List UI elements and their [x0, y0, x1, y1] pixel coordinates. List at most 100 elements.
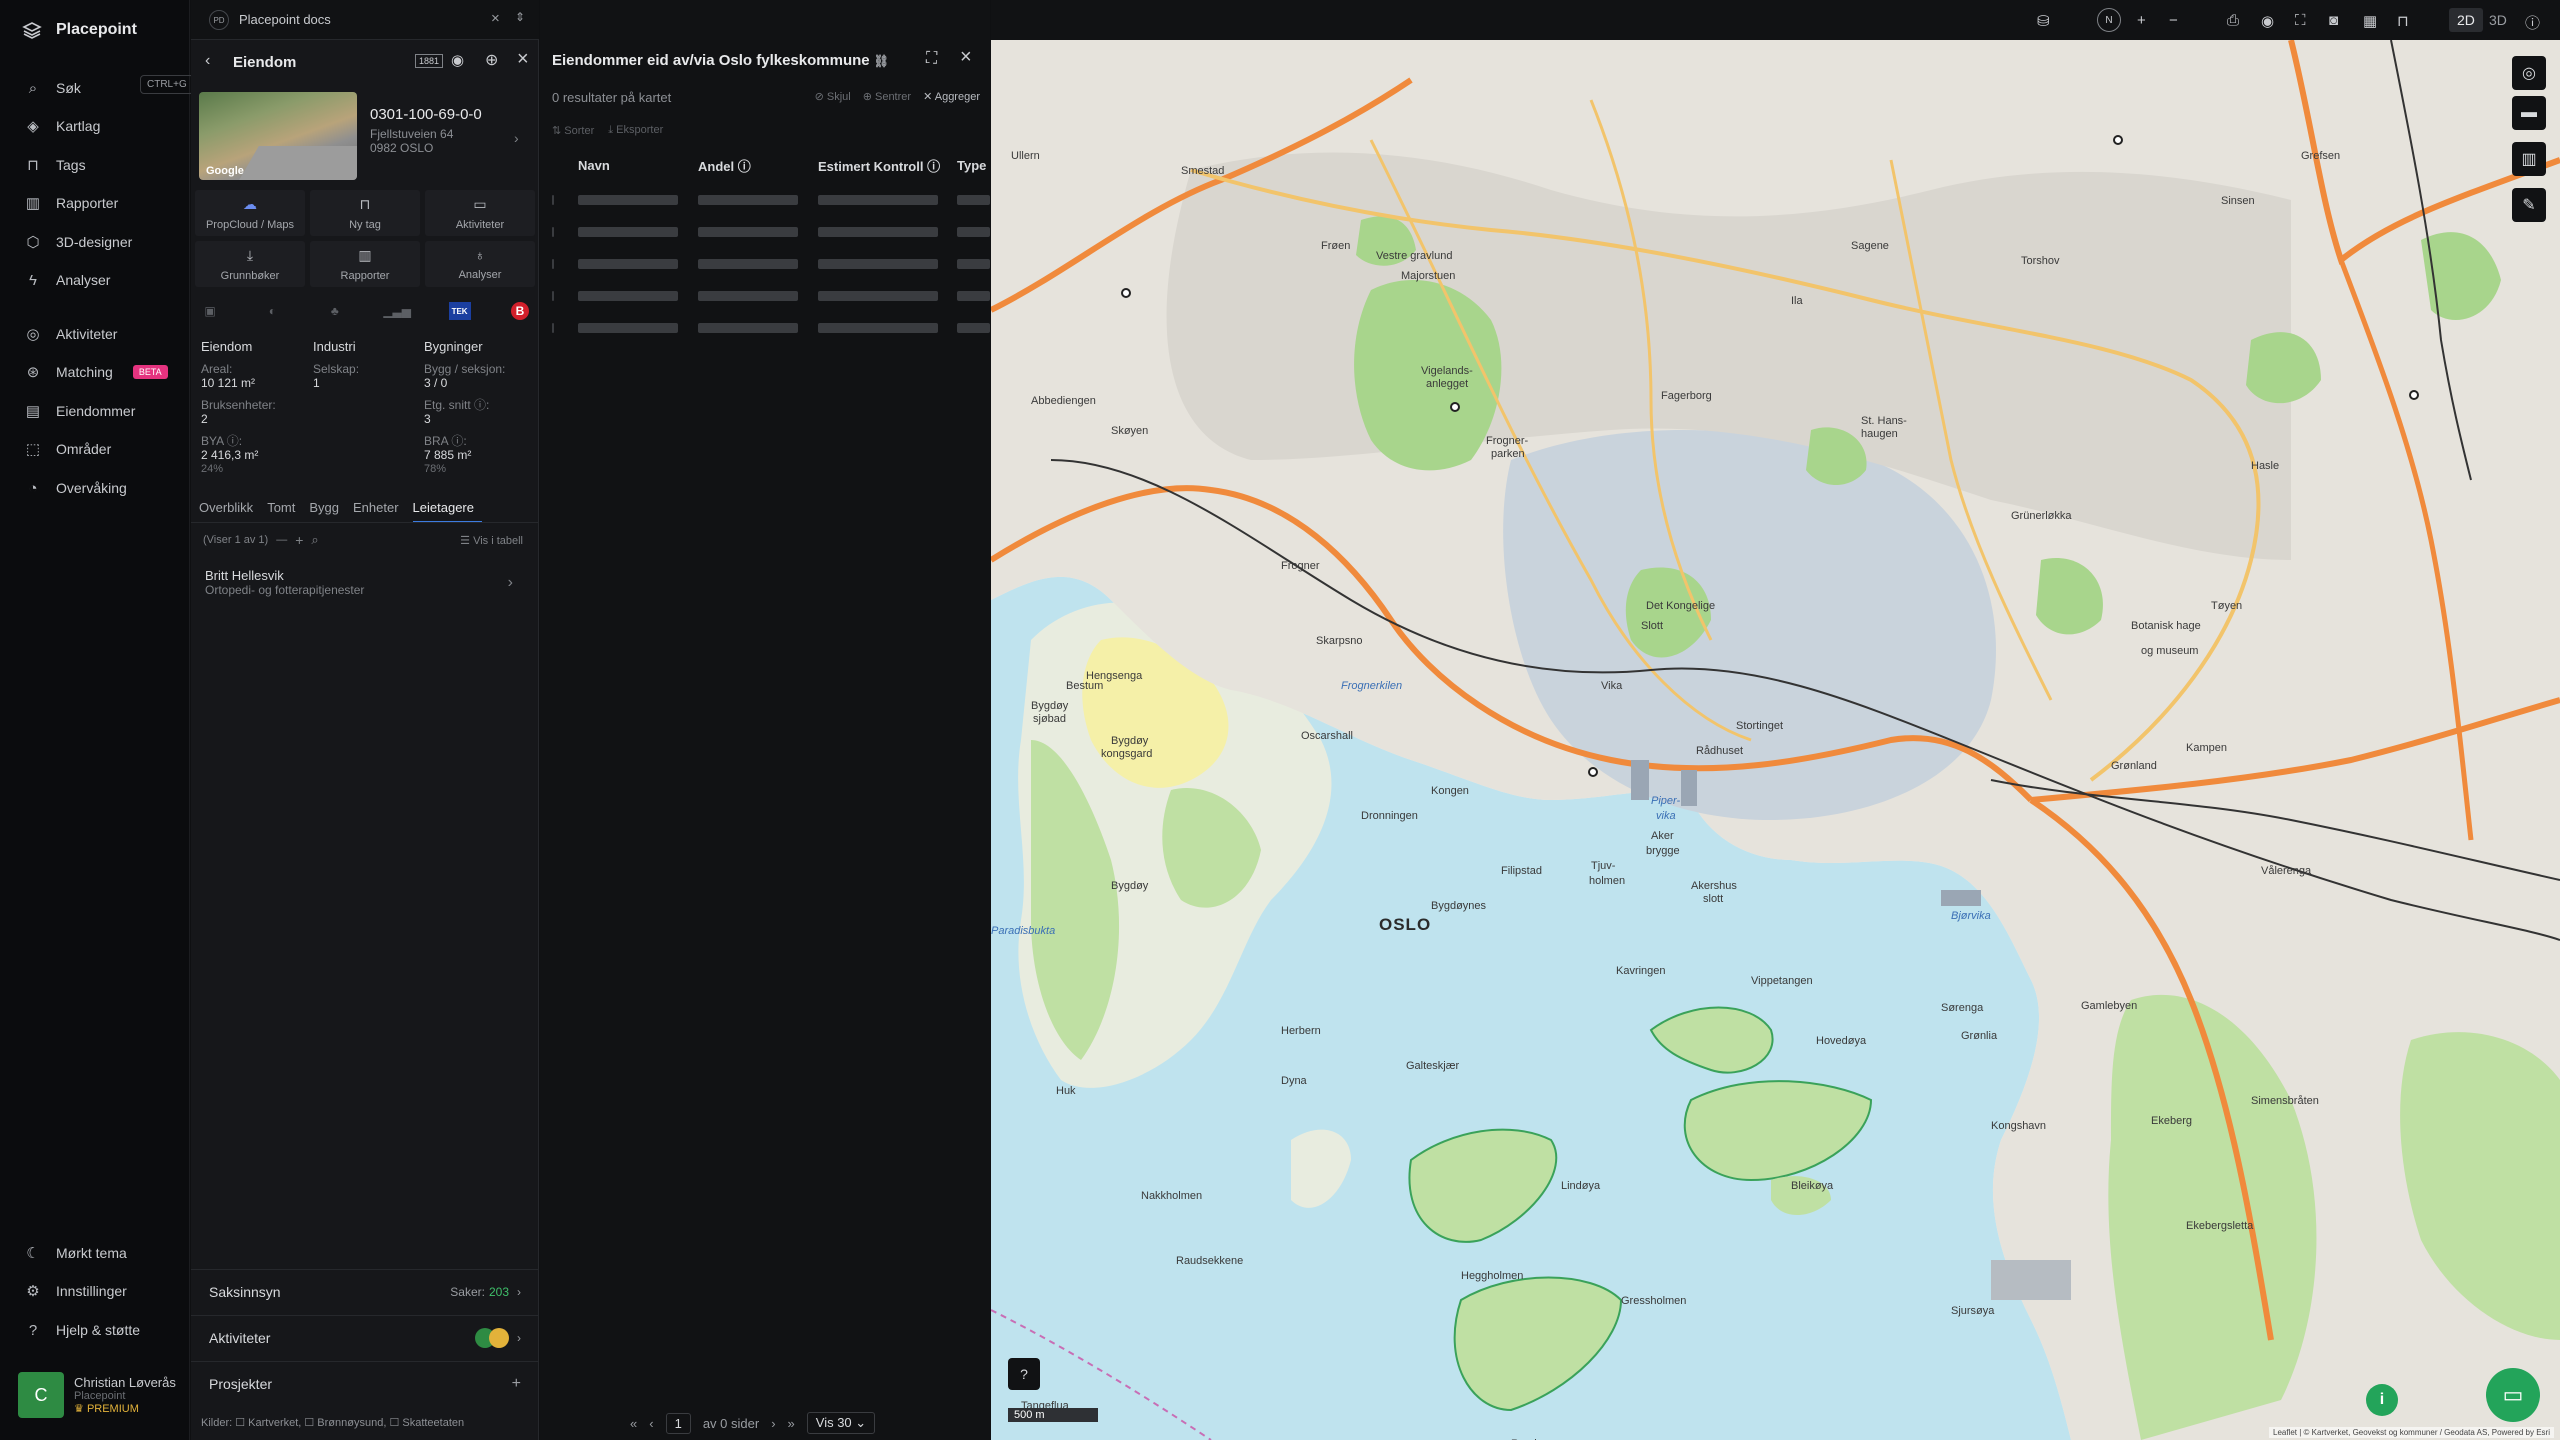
nav-item-matching[interactable]: ⊛ Matching BETA: [24, 360, 168, 384]
info-button[interactable]: i: [2366, 1384, 2398, 1416]
map-tool-chart[interactable]: ▥: [2512, 142, 2546, 176]
aggregate-button[interactable]: ✕ Aggreger: [923, 90, 980, 103]
minus-icon[interactable]: —: [276, 534, 287, 546]
col-navn[interactable]: Navn: [578, 158, 610, 173]
chat-button[interactable]: ▭: [2486, 1368, 2540, 1422]
nav-item-omrader[interactable]: ⬚ Områder: [24, 437, 111, 461]
tab-overblikk[interactable]: Overblikk: [199, 500, 267, 523]
property-streetview[interactable]: Google: [199, 92, 357, 180]
reports-button[interactable]: ▥ Rapporter: [310, 241, 420, 287]
camera-icon[interactable]: ◙: [2329, 12, 2338, 29]
map-place-label: Abbediengen: [1031, 395, 1096, 407]
source-sb-icon[interactable]: ▣: [199, 302, 221, 320]
nav-item-aktiviteter[interactable]: ◎ Aktiviteter: [24, 322, 117, 346]
nav-item-kartlag[interactable]: ◈ Kartlag: [24, 114, 100, 138]
bookmark-icon[interactable]: ⊓: [2397, 12, 2409, 30]
layers-stack-icon[interactable]: ⛁: [2037, 12, 2050, 30]
brand[interactable]: Placepoint: [22, 20, 137, 40]
nav-item-rapporter[interactable]: ▥ Rapporter: [24, 191, 118, 215]
close-icon[interactable]: ×: [491, 10, 500, 27]
mode-2d-button[interactable]: 2D: [2449, 8, 2483, 32]
map-tool-layers[interactable]: ◎: [2512, 56, 2546, 90]
zoom-out-icon[interactable]: −: [2169, 12, 2178, 29]
expand-icon[interactable]: ⛶: [926, 50, 937, 68]
export-button[interactable]: ⤓ Eksporter: [608, 124, 663, 137]
map-place-label: Aker: [1651, 830, 1674, 842]
id-card-icon[interactable]: 1881: [415, 54, 444, 68]
eye-icon[interactable]: ◉: [2261, 12, 2274, 30]
nav-item-analyser[interactable]: ϟ Analyser: [24, 268, 110, 292]
plus-icon[interactable]: +: [295, 532, 303, 548]
grunnboker-button[interactable]: ⤓ Grunnbøker: [195, 241, 305, 287]
fullscreen-icon[interactable]: ⛶: [2295, 12, 2306, 29]
section-aktiviteter[interactable]: Aktiviteter ›: [191, 1315, 539, 1359]
source-trees-icon[interactable]: ♣: [324, 302, 346, 320]
tab-bygg[interactable]: Bygg: [309, 500, 353, 523]
property-info[interactable]: 0301-100-69-0-0 Fjellstuveien 64 0982 OS…: [370, 106, 530, 155]
nav-item-eiendommer[interactable]: ▤ Eiendommer: [24, 399, 135, 423]
new-tag-button[interactable]: ⊓ Ny tag: [310, 190, 420, 236]
compass-icon[interactable]: N: [2097, 8, 2121, 32]
mode-3d-button[interactable]: 3D: [2481, 8, 2515, 32]
close-panel-icon[interactable]: ×: [517, 48, 529, 71]
grid-icon[interactable]: ▦: [2363, 12, 2377, 30]
map-water-label: Piper-: [1651, 795, 1681, 807]
search-icon[interactable]: ⌕: [311, 532, 318, 548]
plus-icon[interactable]: +: [512, 1375, 521, 1393]
map-canvas[interactable]: Frogner Vigelands-anlegget Frogner-parken H…: [991, 40, 2560, 1440]
map-help-button[interactable]: ?: [1008, 1358, 1040, 1390]
last-page-icon[interactable]: »: [788, 1416, 795, 1431]
prev-page-icon[interactable]: ‹: [649, 1416, 653, 1431]
source-b-icon[interactable]: B: [510, 302, 529, 320]
chevron-updown-icon[interactable]: ⇕: [515, 10, 525, 24]
nav-item-help[interactable]: ? Hjelp & støtte: [24, 1318, 140, 1342]
nav-item-settings[interactable]: ⚙ Innstillinger: [24, 1279, 127, 1303]
sort-button[interactable]: ⇅ Sorter: [552, 124, 594, 137]
eye-icon[interactable]: ◉: [451, 51, 464, 69]
hide-button[interactable]: ⊘ Skjul: [815, 90, 851, 103]
chevron-right-icon: ›: [514, 130, 519, 146]
section-saksinnsyn[interactable]: Saksinnsyn Saker: 203 ›: [191, 1269, 539, 1313]
zoom-in-icon[interactable]: +: [2137, 12, 2146, 29]
docs-tab-label: Placepoint docs: [239, 12, 331, 27]
page-input[interactable]: 1: [665, 1412, 691, 1434]
view-table-button[interactable]: ☰ Vis i tabell: [460, 534, 523, 547]
activities-button[interactable]: ▭ Aktiviteter: [425, 190, 535, 236]
map-place-label: Sørenga: [1941, 1002, 1984, 1014]
col-type[interactable]: Type: [957, 158, 986, 173]
tab-leietagere[interactable]: Leietagere: [412, 500, 482, 523]
col-kontroll[interactable]: Estimert Kontroll ⓘ: [818, 156, 940, 175]
map-place-label: Grefsen: [2301, 150, 2341, 162]
next-page-icon[interactable]: ›: [771, 1416, 775, 1431]
nav-item-overvaking[interactable]: ◔ Overvåking: [24, 476, 126, 500]
first-page-icon[interactable]: «: [630, 1416, 637, 1431]
source-bars-icon[interactable]: ▁▃▅: [383, 302, 411, 320]
tab-enheter[interactable]: Enheter: [353, 500, 413, 523]
page-size-select[interactable]: Vis 30 ⌄: [806, 1412, 876, 1434]
analyses-button[interactable]: ♁ Analyser: [425, 241, 535, 287]
link-icon[interactable]: ⛓: [874, 54, 889, 68]
nav-item-dark-theme[interactable]: ☾ Mørkt tema: [24, 1241, 127, 1265]
source-tek-icon[interactable]: TEK: [448, 302, 471, 320]
center-button[interactable]: ⊕ Sentrer: [863, 90, 911, 103]
tab-tomt[interactable]: Tomt: [267, 500, 309, 523]
source-icons: ▣ ◐ ♣ ▁▃▅ TEK B: [199, 302, 529, 320]
source-globe-icon[interactable]: ◐: [261, 302, 283, 320]
info-icon[interactable]: ⓘ: [2525, 12, 2540, 33]
propcloud-button[interactable]: ☁ PropCloud / Maps: [195, 190, 305, 236]
docs-tab[interactable]: PD Placepoint docs × ⇕: [191, 0, 539, 40]
crosshair-icon[interactable]: ⊕: [485, 50, 498, 70]
col-andel[interactable]: Andel ⓘ: [698, 156, 751, 175]
map-tool-measure[interactable]: ▬: [2512, 96, 2546, 130]
nav-item-tags[interactable]: ⊓ Tags: [24, 153, 85, 177]
back-icon[interactable]: ‹: [205, 52, 210, 70]
section-prosjekter[interactable]: Prosjekter +: [191, 1361, 539, 1405]
user-profile[interactable]: C Christian Løverås Placepoint ♛ PREMIUM: [18, 1372, 176, 1418]
property-id: 0301-100-69-0-0: [370, 106, 482, 123]
nav-item-sok[interactable]: ⌕ Søk CTRL+G: [24, 75, 194, 100]
nav-item-3d-designer[interactable]: ⬡ 3D-designer: [24, 230, 132, 254]
print-icon[interactable]: ⎙: [2227, 12, 2239, 29]
close-icon[interactable]: ×: [960, 46, 972, 69]
tenant-item[interactable]: Britt Hellesvik Ortopedi- og fotterapitj…: [205, 568, 521, 597]
map-tool-draw[interactable]: ✎: [2512, 188, 2546, 222]
